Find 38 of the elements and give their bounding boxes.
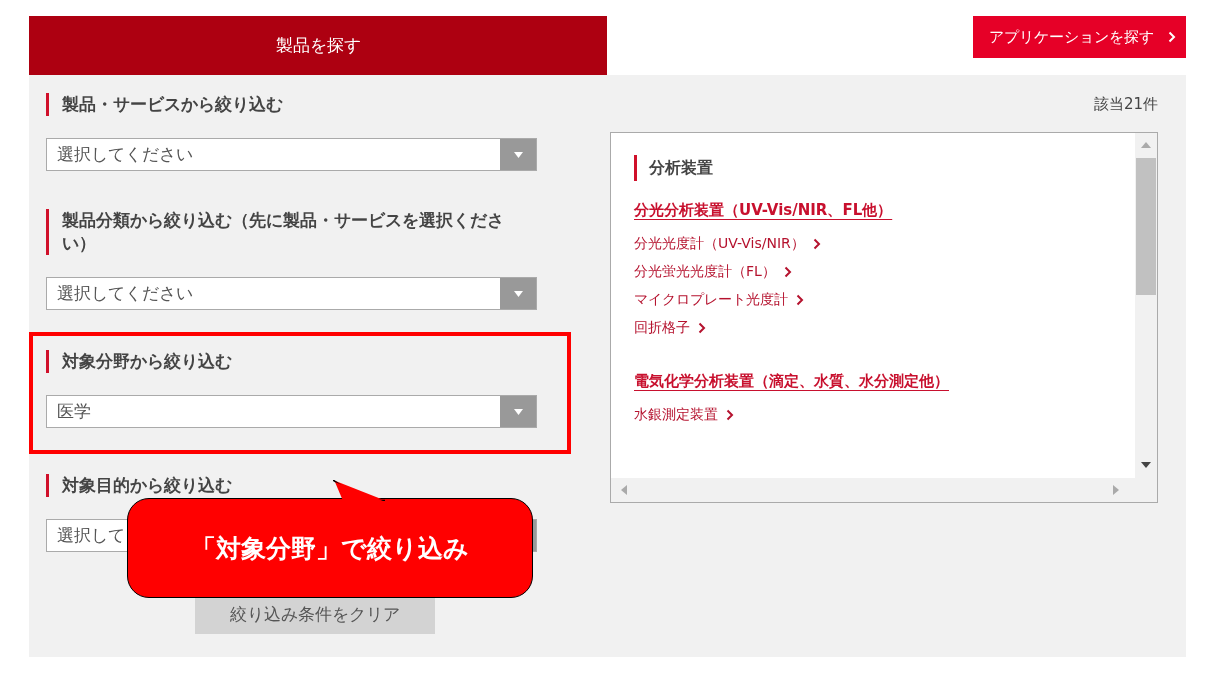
filter-dropdown[interactable]: 選択してください bbox=[46, 138, 537, 171]
chevron-right-icon bbox=[726, 409, 734, 421]
filter-heading: 製品・サービスから絞り込む bbox=[46, 93, 532, 116]
dropdown-value: 選択してください bbox=[57, 282, 193, 305]
result-count: 該当21件 bbox=[1093, 95, 1158, 114]
chevron-right-icon bbox=[1168, 31, 1176, 43]
dropdown-value: 選択してください bbox=[57, 143, 193, 166]
callout-text: 「対象分野」で絞り込み bbox=[191, 532, 469, 565]
product-link[interactable]: 分光蛍光光度計（FL） bbox=[634, 258, 792, 286]
dropdown-value: 医学 bbox=[57, 400, 91, 423]
chevron-right-icon bbox=[796, 294, 804, 306]
chevron-right-icon bbox=[812, 238, 821, 250]
filter-dropdown[interactable]: 選択してください bbox=[46, 277, 537, 310]
chevron-right-icon bbox=[783, 266, 792, 278]
dropdown-arrow-icon bbox=[513, 151, 523, 158]
chevron-right-icon bbox=[698, 322, 706, 334]
dropdown-arrow-icon bbox=[513, 290, 523, 297]
product-link[interactable]: 回折格子 bbox=[634, 314, 706, 342]
product-link[interactable]: マイクロプレート光度計 bbox=[634, 286, 804, 314]
active-tab[interactable]: 製品を探す bbox=[29, 16, 607, 75]
tab-button[interactable]: アプリケーションを探す bbox=[973, 16, 1186, 58]
vertical-scrollbar[interactable] bbox=[1135, 133, 1157, 478]
scroll-right-icon[interactable] bbox=[1113, 485, 1119, 495]
horizontal-scrollbar[interactable] bbox=[611, 478, 1157, 502]
product-link[interactable]: 分光光度計（UV-Vis/NIR） bbox=[634, 230, 821, 258]
scroll-up-icon[interactable] bbox=[1141, 142, 1151, 148]
filter-dropdown[interactable]: 医学 bbox=[46, 395, 537, 428]
group-link[interactable]: 電気化学分析装置（滴定、水質、水分測定他） bbox=[634, 372, 949, 391]
filter-heading: 対象分野から絞り込む bbox=[46, 350, 532, 373]
scrollbar-thumb[interactable] bbox=[1136, 158, 1156, 295]
scroll-left-icon[interactable] bbox=[621, 485, 627, 495]
dropdown-value: 選択して bbox=[57, 524, 125, 547]
filter-heading: 製品分類から絞り込む（先に製品・サービスを選択ください） bbox=[46, 209, 532, 255]
scroll-down-icon[interactable] bbox=[1141, 462, 1151, 468]
product-link[interactable]: 水銀測定装置 bbox=[634, 401, 734, 429]
dropdown-arrow-icon bbox=[513, 408, 523, 415]
category-heading: 分析装置 bbox=[634, 155, 713, 181]
group-link[interactable]: 分光分析装置（UV-Vis/NIR、FL他） bbox=[634, 201, 893, 220]
